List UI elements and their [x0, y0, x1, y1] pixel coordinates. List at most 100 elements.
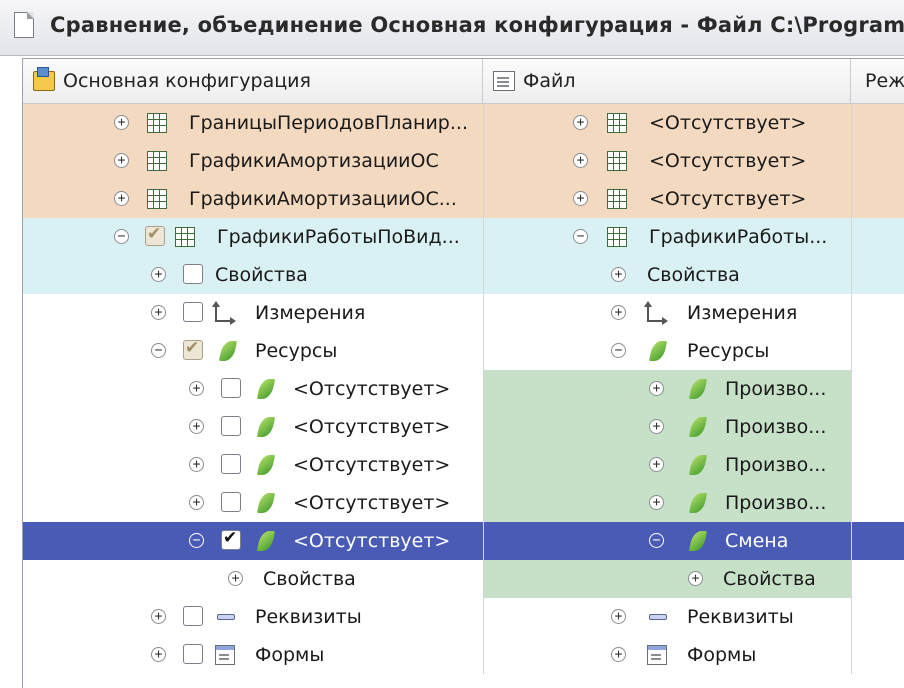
- collapse-icon[interactable]: −: [189, 533, 204, 548]
- left-cell: + Реквизиты: [23, 598, 483, 636]
- right-cell: + Произво...: [483, 408, 851, 446]
- right-cell: − Смена: [483, 522, 851, 560]
- tree-row[interactable]: + Формы + Формы: [23, 636, 904, 674]
- tree-row[interactable]: + ГраницыПериодовПланир... + <Отсутствуе…: [23, 104, 904, 142]
- tree-item-label: <Отсутствует>: [293, 530, 451, 552]
- expand-icon[interactable]: +: [573, 153, 588, 168]
- expand-icon[interactable]: +: [611, 267, 626, 282]
- mode-cell: [851, 446, 904, 484]
- tree-row[interactable]: + ГрафикиАмортизацииОС + <Отсутствует>: [23, 142, 904, 180]
- merge-checkbox[interactable]: [183, 644, 203, 664]
- tree-row[interactable]: + ГрафикиАмортизацииОС... + <Отсутствует…: [23, 180, 904, 218]
- expand-icon[interactable]: +: [573, 115, 588, 130]
- tree-row[interactable]: + <Отсутствует> + Произво...: [23, 408, 904, 446]
- resource-icon: [688, 379, 708, 399]
- tree-row[interactable]: − ✔ Ресурсы − Ресурсы: [23, 332, 904, 370]
- collapse-icon[interactable]: −: [114, 229, 129, 244]
- resource-icon: [256, 379, 276, 399]
- left-cell: + <Отсутствует>: [23, 446, 483, 484]
- tree-item-label: Измерения: [255, 302, 366, 324]
- expand-icon[interactable]: +: [611, 305, 626, 320]
- file-icon: [493, 71, 515, 91]
- column-divider: [483, 104, 484, 674]
- tree-item-label: Формы: [687, 644, 757, 666]
- merge-checkbox[interactable]: [183, 302, 203, 322]
- expand-icon[interactable]: +: [189, 457, 204, 472]
- collapse-icon[interactable]: −: [611, 343, 626, 358]
- merge-checkbox[interactable]: [221, 492, 241, 512]
- tree-row[interactable]: − ✔ ГрафикиРаботыПоВид... − ГрафикиРабот…: [23, 218, 904, 256]
- column-header: Основная конфигурация Файл Реж: [23, 59, 904, 104]
- window-title-bar[interactable]: Сравнение, объединение Основная конфигур…: [0, 0, 904, 56]
- column-header-mode[interactable]: Реж: [851, 59, 904, 103]
- expand-icon[interactable]: +: [649, 381, 664, 396]
- tree-row[interactable]: + Измерения + Измерения: [23, 294, 904, 332]
- column-header-file[interactable]: Файл: [483, 59, 851, 103]
- mode-cell: [851, 522, 904, 560]
- expand-icon[interactable]: +: [114, 153, 129, 168]
- expand-icon[interactable]: +: [114, 191, 129, 206]
- merge-checkbox[interactable]: [183, 606, 203, 626]
- tree-row[interactable]: + <Отсутствует> + Произво...: [23, 484, 904, 522]
- resource-icon: [256, 455, 276, 475]
- tree-item-label: Реквизиты: [687, 606, 794, 628]
- mode-cell: [851, 104, 904, 142]
- merge-checkbox[interactable]: [183, 264, 203, 284]
- merge-checkbox[interactable]: ✔: [221, 528, 241, 550]
- left-cell: + Свойства: [23, 256, 483, 294]
- right-cell: + <Отсутствует>: [483, 104, 851, 142]
- mode-cell: [851, 560, 904, 598]
- tree-item-label: Свойства: [215, 264, 308, 286]
- expand-icon[interactable]: +: [114, 115, 129, 130]
- resource-icon: [648, 341, 668, 361]
- expand-icon[interactable]: +: [189, 381, 204, 396]
- merge-checkbox[interactable]: [221, 378, 241, 398]
- tree-item-label: Формы: [255, 644, 325, 666]
- tree-item-label: <Отсутствует>: [293, 454, 451, 476]
- merge-checkbox[interactable]: [221, 416, 241, 436]
- merge-checkbox[interactable]: [221, 454, 241, 474]
- tree-row[interactable]: + Свойства + Свойства: [23, 560, 904, 598]
- expand-icon[interactable]: +: [688, 571, 703, 586]
- comparison-tree[interactable]: Основная конфигурация Файл Реж + Границы…: [22, 58, 904, 688]
- tree-row[interactable]: + <Отсутствует> + Произво...: [23, 446, 904, 484]
- merge-checkbox[interactable]: ✔: [145, 224, 165, 246]
- tree-item-label: Свойства: [647, 264, 740, 286]
- collapse-icon[interactable]: −: [649, 533, 664, 548]
- right-cell: + Произво...: [483, 446, 851, 484]
- tree-row[interactable]: + Свойства + Свойства: [23, 256, 904, 294]
- expand-icon[interactable]: +: [189, 419, 204, 434]
- mode-cell: [851, 142, 904, 180]
- expand-icon[interactable]: +: [611, 609, 626, 624]
- expand-icon[interactable]: +: [611, 647, 626, 662]
- expand-icon[interactable]: +: [573, 191, 588, 206]
- register-table-icon: [607, 227, 627, 247]
- tree-row[interactable]: + <Отсутствует> + Произво...: [23, 370, 904, 408]
- register-table-icon: [147, 113, 167, 133]
- expand-icon[interactable]: +: [151, 609, 166, 624]
- mode-cell: [851, 180, 904, 218]
- expand-icon[interactable]: +: [649, 457, 664, 472]
- forms-icon: [647, 645, 667, 665]
- expand-icon[interactable]: +: [151, 267, 166, 282]
- left-cell: + Формы: [23, 636, 483, 674]
- tree-row[interactable]: + Реквизиты + Реквизиты: [23, 598, 904, 636]
- tree-item-label: Произво...: [725, 378, 827, 400]
- expand-icon[interactable]: +: [649, 495, 664, 510]
- expand-icon[interactable]: +: [151, 305, 166, 320]
- collapse-icon[interactable]: −: [151, 343, 166, 358]
- merge-checkbox[interactable]: ✔: [183, 338, 203, 360]
- expand-icon[interactable]: +: [649, 419, 664, 434]
- expand-icon[interactable]: +: [228, 571, 243, 586]
- right-cell: + <Отсутствует>: [483, 142, 851, 180]
- left-cell: + ГраницыПериодовПланир...: [23, 104, 483, 142]
- resource-icon: [218, 341, 238, 361]
- register-table-icon: [607, 113, 627, 133]
- tree-row-selected[interactable]: − ✔ <Отсутствует> − Смена: [23, 522, 904, 560]
- right-cell: + <Отсутствует>: [483, 180, 851, 218]
- expand-icon[interactable]: +: [151, 647, 166, 662]
- expand-icon[interactable]: +: [189, 495, 204, 510]
- collapse-icon[interactable]: −: [573, 229, 588, 244]
- tree-item-label: Ресурсы: [687, 340, 770, 362]
- column-header-main-config[interactable]: Основная конфигурация: [23, 59, 483, 103]
